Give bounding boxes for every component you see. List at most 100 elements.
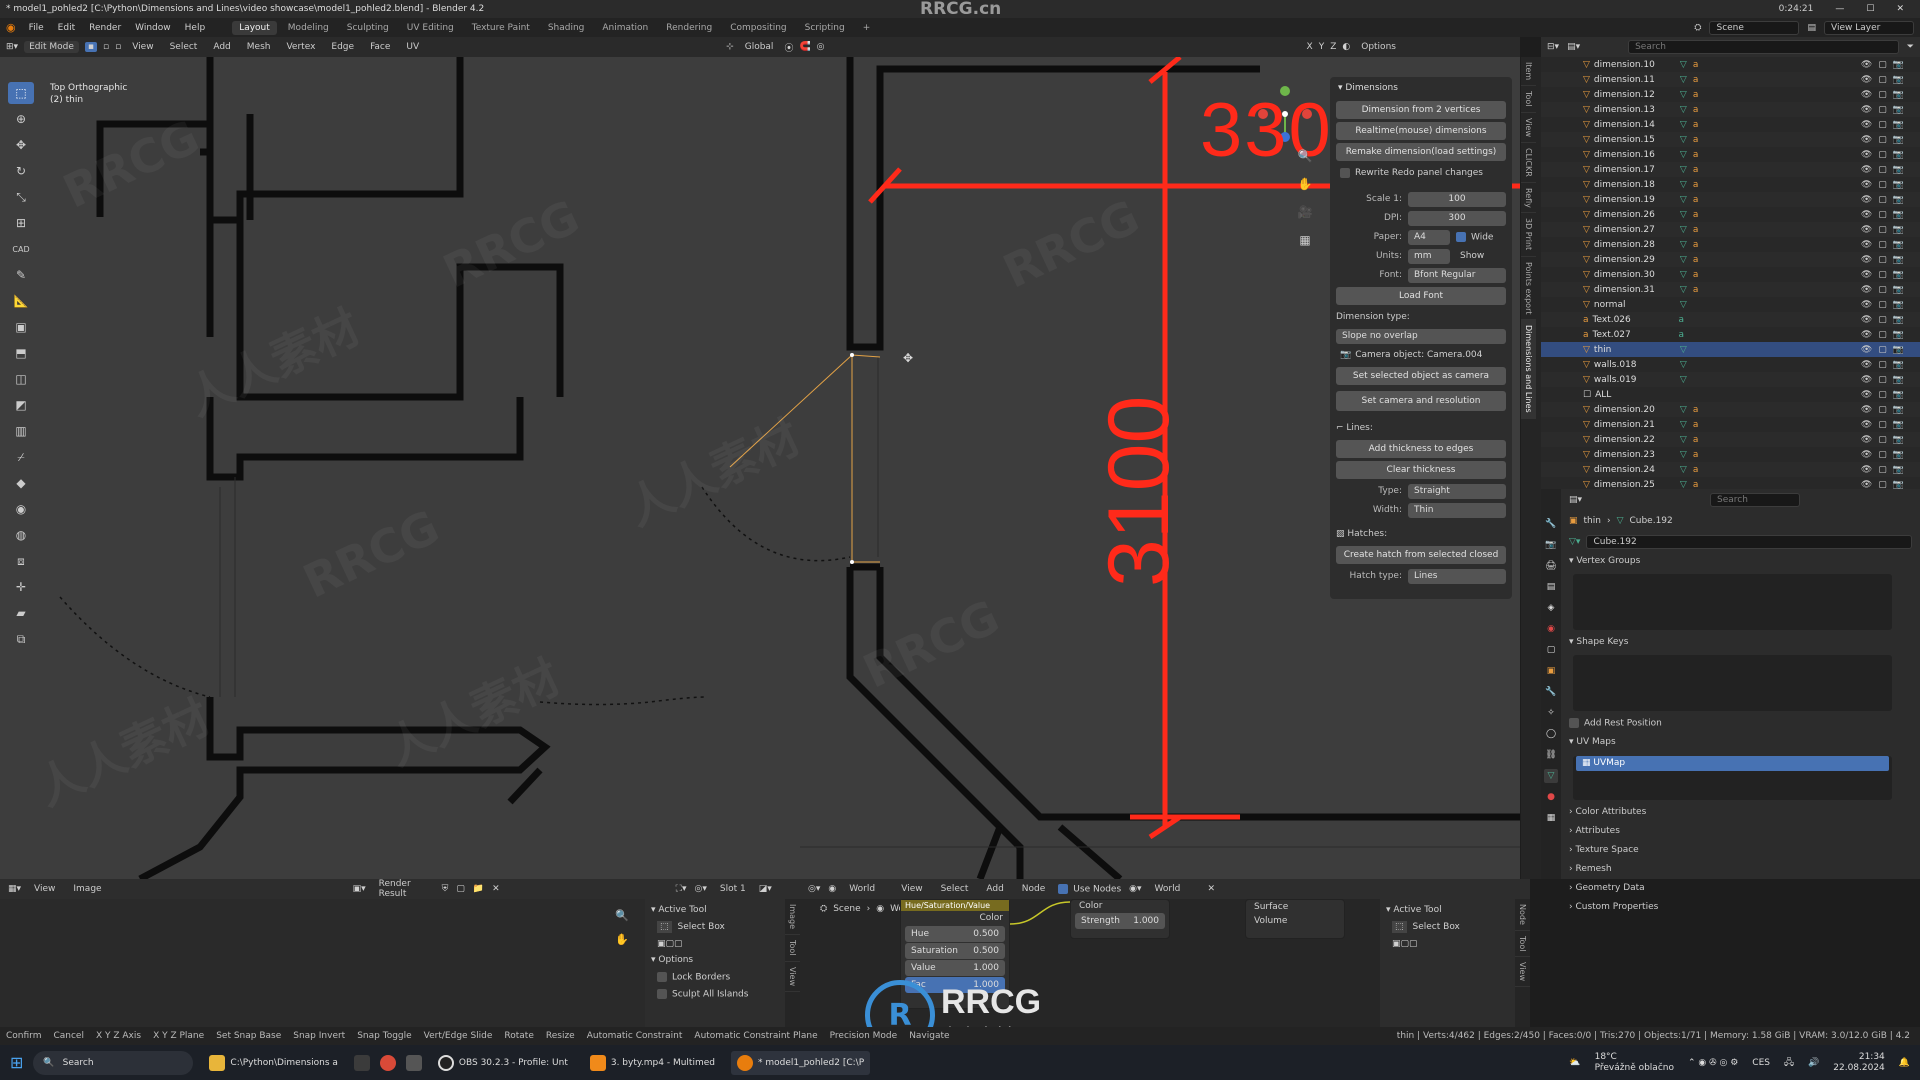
shape-keys-header[interactable]: ▾ Shape Keys <box>1561 634 1920 653</box>
shrink-tool-icon[interactable]: ✛ <box>8 576 34 598</box>
outliner-row[interactable]: a Text.026 a 👁▢📷 <box>1541 312 1920 327</box>
physics-props-icon[interactable]: ◯ <box>1544 727 1558 741</box>
load-font-button[interactable]: Load Font <box>1336 287 1506 305</box>
tab-refly[interactable]: Refly <box>1521 183 1536 214</box>
tab-shading[interactable]: Shading <box>541 21 592 35</box>
props-editor-type-icon[interactable]: ▤▾ <box>1569 495 1582 505</box>
panel-title[interactable]: ▾ Dimensions <box>1334 81 1508 95</box>
image-editor-type-icon[interactable]: ▦▾ <box>8 884 21 894</box>
background-node[interactable]: Color Strength 1.000 <box>1070 899 1170 939</box>
visibility-toggle-icons[interactable]: 👁▢📷 <box>1861 165 1910 175</box>
knife-tool-icon[interactable]: ⌿ <box>8 446 34 468</box>
outliner-row[interactable]: ▽ dimension.12 ▽ a 👁▢📷 <box>1541 87 1920 102</box>
calculator-icon[interactable] <box>353 1054 370 1071</box>
outliner-row[interactable]: ▽ dimension.13 ▽ a 👁▢📷 <box>1541 102 1920 117</box>
open-image-icon[interactable]: 📁 <box>473 884 484 894</box>
image-tab-tool[interactable]: Tool <box>785 935 800 962</box>
tab-compositing[interactable]: Compositing <box>723 21 793 35</box>
wide-checkbox[interactable]: Wide <box>1456 231 1493 242</box>
outliner-row[interactable]: ▽ dimension.22 ▽ a 👁▢📷 <box>1541 432 1920 447</box>
outliner-type-icon[interactable]: ⊟▾ <box>1547 42 1559 52</box>
add-thickness-button[interactable]: Add thickness to edges <box>1336 440 1506 458</box>
visibility-toggle-icons[interactable]: 👁▢📷 <box>1861 465 1910 475</box>
outliner-row[interactable]: ▽ dimension.15 ▽ a 👁▢📷 <box>1541 132 1920 147</box>
visibility-toggle-icons[interactable]: 👁▢📷 <box>1861 150 1910 160</box>
visibility-toggle-icons[interactable]: 👁▢📷 <box>1861 315 1910 325</box>
visibility-toggle-icons[interactable]: 👁▢📷 <box>1861 330 1910 340</box>
poly-build-tool-icon[interactable]: ◆ <box>8 472 34 494</box>
axis-z[interactable]: Z <box>1330 42 1336 52</box>
maximize-button[interactable]: ☐ <box>1866 4 1874 14</box>
axis-y[interactable]: Y <box>1319 42 1325 52</box>
world-props-icon[interactable]: ◉ <box>1544 622 1558 636</box>
taskbar-explorer[interactable]: C:\Python\Dimensions a <box>203 1054 343 1071</box>
tab-clickr[interactable]: CLICKR <box>1521 143 1536 183</box>
options-header[interactable]: ▾ Options <box>649 951 781 969</box>
options-menu[interactable]: Options <box>1356 41 1401 53</box>
visibility-toggle-icons[interactable]: 👁▢📷 <box>1861 180 1910 190</box>
scale-field[interactable]: 100 <box>1408 191 1506 207</box>
sculpt-all-islands-checkbox[interactable]: Sculpt All Islands <box>649 986 781 1003</box>
dimension-type-dropdown[interactable]: Slope no overlap <box>1336 328 1506 344</box>
add-workspace-button[interactable]: + <box>856 21 878 35</box>
tab-item[interactable]: Item <box>1521 57 1536 87</box>
snap-icon[interactable]: 🧲 <box>799 42 810 52</box>
pan-hand-icon[interactable]: ✋ <box>1296 175 1314 193</box>
network-icon[interactable]: 🖧 <box>1784 1055 1794 1071</box>
close-button[interactable]: ✕ <box>1896 4 1904 14</box>
display-mode-icon[interactable]: ▤▾ <box>1567 42 1580 52</box>
tab-layout[interactable]: Layout <box>232 20 277 35</box>
visibility-toggle-icons[interactable]: 👁▢📷 <box>1861 360 1910 370</box>
vp-menu-mesh[interactable]: Mesh <box>242 41 276 53</box>
vp-menu-uv[interactable]: UV <box>401 41 424 53</box>
visibility-toggle-icons[interactable]: 👁▢📷 <box>1861 300 1910 310</box>
visibility-toggle-icons[interactable]: 👁▢📷 <box>1861 90 1910 100</box>
shape-keys-list[interactable] <box>1573 655 1892 711</box>
taskbar-obs[interactable]: OBS 30.2.3 - Profile: Unt <box>432 1054 574 1071</box>
measure-tool-icon[interactable]: 📐 <box>8 290 34 312</box>
view-layer-selector[interactable]: View Layer <box>1824 20 1914 35</box>
image-zoom-icon[interactable]: 🔍 <box>615 909 629 922</box>
geometry-data-header[interactable]: › Geometry Data <box>1561 880 1920 899</box>
visibility-toggle-icons[interactable]: 👁▢📷 <box>1861 195 1910 205</box>
texture-props-icon[interactable]: ▦ <box>1544 811 1558 825</box>
image-tab-view[interactable]: View <box>785 962 800 992</box>
select-box-tool-icon[interactable]: ⬚ <box>8 82 34 104</box>
unlink-image-icon[interactable]: ✕ <box>492 884 500 894</box>
mode-selector[interactable]: Edit Mode <box>24 41 79 53</box>
scene-props-icon[interactable]: ◈ <box>1544 601 1558 615</box>
visibility-toggle-icons[interactable]: 👁▢📷 <box>1861 60 1910 70</box>
language-indicator[interactable]: CES <box>1752 1058 1770 1068</box>
tab-tool[interactable]: Tool <box>1521 86 1536 113</box>
vertex-groups-list[interactable] <box>1573 574 1892 630</box>
image-menu-image[interactable]: Image <box>68 883 106 895</box>
uv-maps-header[interactable]: ▾ UV Maps <box>1561 734 1920 753</box>
menu-render[interactable]: Render <box>84 23 126 33</box>
set-camera-button[interactable]: Set selected object as camera <box>1336 367 1506 385</box>
tab-view[interactable]: View <box>1521 113 1536 143</box>
select-mode-face-icon[interactable]: ▫ <box>115 42 121 52</box>
outliner-row[interactable]: ▽ dimension.24 ▽ a 👁▢📷 <box>1541 462 1920 477</box>
image-browse-icon[interactable]: ▣▾ <box>353 884 366 894</box>
modifier-props-icon[interactable]: 🔧 <box>1544 685 1558 699</box>
taskbar-blender[interactable]: * model1_pohled2 [C:\P <box>730 1050 871 1075</box>
output-props-icon[interactable]: 🖨 <box>1544 559 1558 573</box>
new-image-icon[interactable]: ▢ <box>456 884 465 894</box>
loop-cut-tool-icon[interactable]: ▥ <box>8 420 34 442</box>
vp-menu-edge[interactable]: Edge <box>326 41 359 53</box>
rewrite-redo-checkbox[interactable]: Rewrite Redo panel changes <box>1336 164 1506 182</box>
outliner-row[interactable]: ▽ dimension.16 ▽ a 👁▢📷 <box>1541 147 1920 162</box>
remake-dimension-button[interactable]: Remake dimension(load settings) <box>1336 143 1506 161</box>
blender-logo-icon[interactable]: ◉ <box>6 21 16 34</box>
tray-icons[interactable]: ⌃ ◉ ✇ ◎ ⚙ <box>1688 1058 1738 1068</box>
chrome-icon[interactable] <box>379 1054 396 1071</box>
shear-tool-icon[interactable]: ▰ <box>8 602 34 624</box>
attributes-header[interactable]: › Attributes <box>1561 823 1920 842</box>
strength-field[interactable]: Strength 1.000 <box>1075 913 1165 929</box>
node-tab-view[interactable]: View <box>1515 957 1530 988</box>
zoom-icon[interactable]: 🔍 <box>1296 147 1314 165</box>
vp-menu-add[interactable]: Add <box>208 41 235 53</box>
shading-solid-icon[interactable]: ◐ <box>1342 42 1350 52</box>
outliner-row[interactable]: ▽ dimension.21 ▽ a 👁▢📷 <box>1541 417 1920 432</box>
visibility-toggle-icons[interactable]: 👁▢📷 <box>1861 255 1910 265</box>
